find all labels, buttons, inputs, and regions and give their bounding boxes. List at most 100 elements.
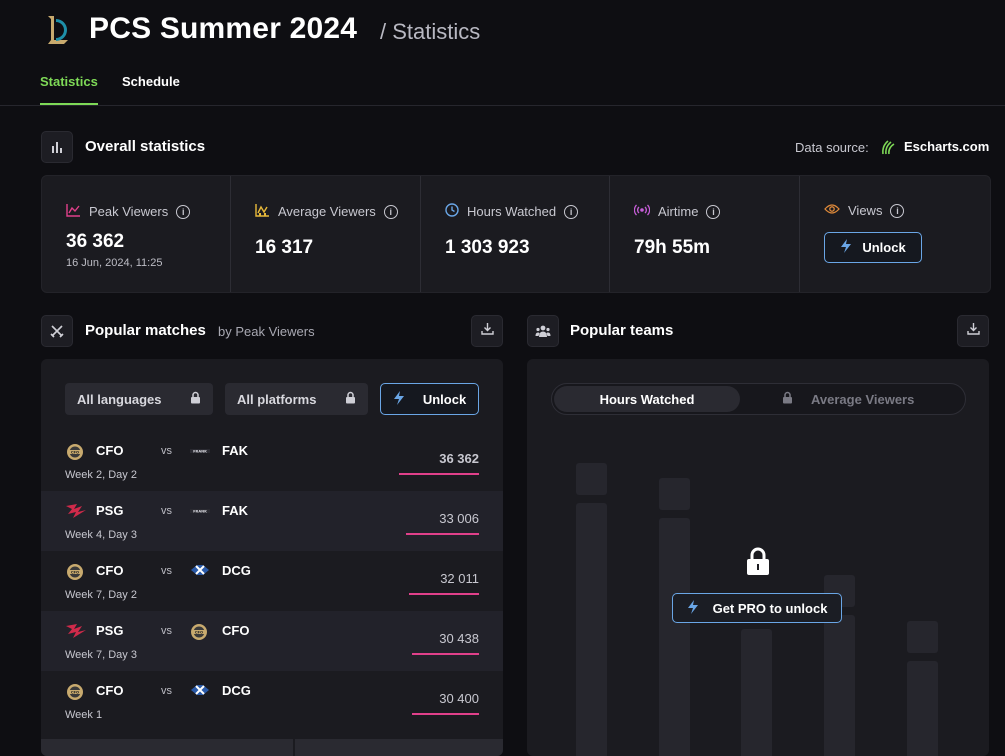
eye-icon	[824, 203, 840, 218]
info-icon[interactable]: i	[383, 204, 398, 219]
team1-name: CFO	[96, 563, 124, 578]
stat-views: Views i Unlock	[800, 176, 990, 292]
vs-label: vs	[161, 505, 172, 517]
dcg-logo-icon	[189, 683, 209, 699]
stat-average-viewers: Average Viewers i 16 317	[231, 176, 420, 292]
placeholder-bar	[576, 463, 607, 495]
stat-label: Views	[848, 203, 883, 218]
team1-name: PSG	[96, 623, 124, 638]
cfo-logo-icon: CFO	[189, 623, 209, 640]
pagination-bar[interactable]	[295, 739, 503, 756]
popular-matches-title: Popular matches	[85, 322, 206, 339]
info-icon[interactable]: i	[176, 204, 191, 219]
tab-statistics[interactable]: Statistics	[40, 74, 98, 89]
team2-name: DCG	[222, 563, 251, 578]
match-row[interactable]: PSG vs FRANK FAK Week 4, Day 3 33 006	[41, 491, 503, 551]
cfo-logo-icon: CFO	[65, 563, 85, 580]
svg-text:CFO: CFO	[195, 630, 203, 634]
svg-text:FRANK: FRANK	[193, 450, 207, 454]
stat-hours-watched: Hours Watched i 1 303 923	[421, 176, 609, 292]
overall-stats-card: Peak Viewers i 36 362 16 Jun, 2024, 11:2…	[41, 175, 991, 293]
stat-peak-viewers: Peak Viewers i 36 362 16 Jun, 2024, 11:2…	[42, 176, 230, 292]
download-icon	[480, 322, 494, 340]
team2-name: FAK	[222, 503, 248, 518]
get-pro-button[interactable]: Get PRO to unlock	[672, 593, 842, 623]
vs-label: vs	[161, 445, 172, 457]
stat-label: Airtime	[658, 204, 699, 219]
match-row[interactable]: CFO CFO vs DCG Week 7, Day 2 32 011	[41, 551, 503, 611]
matches-unlock-button[interactable]: Unlock	[380, 383, 479, 415]
svg-text:FRANK: FRANK	[193, 510, 207, 514]
page-subtitle: / Statistics	[380, 19, 481, 44]
tabs-divider	[0, 105, 1005, 106]
placeholder-bar	[659, 518, 690, 756]
matches-download-button[interactable]	[471, 315, 503, 347]
svg-text:CFO: CFO	[71, 690, 79, 694]
lock-icon	[345, 391, 356, 407]
peak-viewers-bar	[412, 653, 479, 655]
lock-icon	[746, 547, 770, 580]
peak-viewers-bar	[406, 533, 479, 535]
peak-viewers-value: 30 400	[439, 691, 479, 706]
placeholder-bar	[907, 621, 938, 653]
lock-icon	[190, 391, 201, 407]
info-icon[interactable]: i	[564, 204, 579, 219]
toggle-average-viewers[interactable]: Average Viewers	[782, 384, 914, 414]
bolt-icon	[687, 599, 699, 618]
peak-viewers-bar	[412, 713, 479, 715]
popular-matches-subtitle: by Peak Viewers	[218, 324, 315, 339]
download-icon	[966, 322, 980, 340]
stat-label: Average Viewers	[278, 204, 376, 219]
stat-airtime: Airtime i 79h 55m	[610, 176, 799, 292]
match-week: Week 4, Day 3	[65, 529, 137, 541]
match-row[interactable]: CFO CFO vs FRANK FAK Week 2, Day 2 36 362	[41, 431, 503, 491]
team-users-icon	[527, 315, 559, 347]
overall-statistics-title: Overall statistics	[85, 138, 206, 155]
placeholder-bar	[659, 478, 690, 510]
filter-platforms[interactable]: All platforms	[225, 383, 368, 415]
team1-name: CFO	[96, 443, 124, 458]
data-source-label: Data source:	[795, 140, 869, 155]
tab-schedule[interactable]: Schedule	[122, 74, 180, 89]
match-week: Week 2, Day 2	[65, 469, 137, 481]
vs-label: vs	[161, 625, 172, 637]
placeholder-bar	[824, 615, 855, 756]
peak-viewers-value: 32 011	[440, 571, 479, 586]
info-icon[interactable]: i	[706, 204, 721, 219]
toggle-hours-watched[interactable]: Hours Watched	[554, 386, 740, 412]
broadcast-icon	[633, 203, 651, 220]
stat-value: 1 303 923	[445, 237, 530, 258]
dcg-logo-icon	[189, 563, 209, 579]
teams-download-button[interactable]	[957, 315, 989, 347]
peak-viewers-bar	[399, 473, 479, 475]
team1-name: CFO	[96, 683, 124, 698]
stat-label: Peak Viewers	[89, 204, 169, 219]
pagination-bar[interactable]	[41, 739, 293, 756]
data-source-link[interactable]: Escharts.com	[904, 139, 989, 154]
popular-teams-title: Popular teams	[570, 322, 674, 339]
stat-label: Hours Watched	[467, 204, 557, 219]
fak-logo-icon: FRANK	[189, 443, 210, 459]
svg-text:CFO: CFO	[71, 450, 79, 454]
match-row[interactable]: PSG vs CFO CFO Week 7, Day 3 30 438	[41, 611, 503, 671]
match-row[interactable]: CFO CFO vs DCG Week 1 30 400	[41, 671, 503, 731]
views-unlock-button[interactable]: Unlock	[824, 232, 922, 263]
stat-value: 36 362	[66, 231, 125, 252]
stat-date: 16 Jun, 2024, 11:25	[66, 257, 163, 269]
team2-name: CFO	[222, 623, 250, 638]
peak-viewers-value: 30 438	[439, 631, 479, 646]
info-icon[interactable]: i	[890, 203, 905, 218]
match-week: Week 7, Day 3	[65, 649, 137, 661]
team2-name: DCG	[222, 683, 251, 698]
filter-languages[interactable]: All languages	[65, 383, 213, 415]
page-title: PCS Summer 2024	[89, 12, 358, 45]
peak-viewers-value: 33 006	[439, 511, 479, 526]
psg-logo-icon	[65, 623, 86, 639]
bolt-icon	[393, 390, 405, 409]
peak-viewers-bar	[409, 593, 479, 595]
average-chart-icon	[255, 203, 270, 220]
escharts-logo-icon	[880, 138, 896, 161]
popular-teams-panel: Get PRO to unlock	[527, 359, 989, 756]
bolt-icon	[840, 238, 852, 257]
clock-icon	[445, 203, 459, 220]
